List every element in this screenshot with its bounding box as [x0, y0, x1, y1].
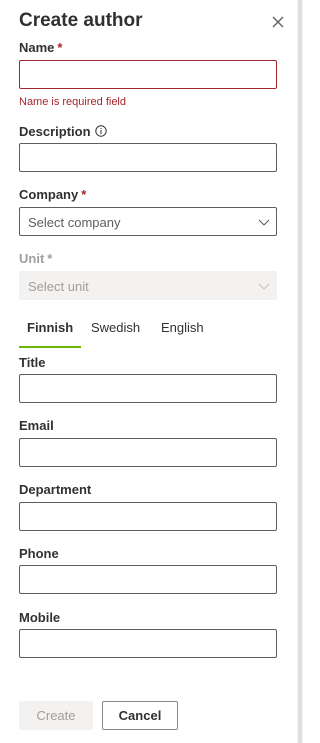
tab-swedish[interactable]: Swedish [91, 316, 140, 346]
unit-dropdown: Select unit [19, 271, 277, 300]
create-button[interactable]: Create [19, 701, 93, 730]
create-author-panel: Create author Name * Name is required fie… [0, 0, 298, 743]
company-label-text: Company [19, 187, 79, 202]
title-label: Title [19, 355, 46, 370]
mobile-input[interactable] [19, 629, 277, 658]
phone-input[interactable] [19, 565, 277, 594]
description-input[interactable] [19, 143, 277, 172]
description-label: Description [19, 124, 107, 139]
tab-english[interactable]: English [161, 316, 204, 346]
description-label-text: Description [19, 124, 91, 139]
company-placeholder: Select company [28, 215, 121, 230]
scrollbar-thumb[interactable] [298, 0, 302, 743]
title-input[interactable] [19, 374, 277, 403]
required-mark: * [47, 251, 53, 266]
name-label: Name * [19, 40, 62, 55]
email-label: Email [19, 418, 54, 433]
department-input[interactable] [19, 502, 277, 531]
name-label-text: Name [19, 40, 55, 55]
panel-title: Create author [19, 10, 143, 31]
mobile-label: Mobile [19, 610, 61, 625]
unit-label: Unit * [19, 251, 52, 266]
close-icon[interactable] [270, 14, 286, 30]
company-dropdown[interactable]: Select company [19, 207, 277, 236]
unit-label-text: Unit [19, 251, 45, 266]
chevron-down-icon [258, 283, 270, 290]
name-input[interactable] [19, 60, 277, 89]
tab-finnish[interactable]: Finnish [19, 316, 82, 348]
phone-label: Phone [19, 546, 59, 561]
required-mark: * [57, 40, 63, 55]
department-label: Department [19, 482, 92, 497]
required-mark: * [81, 187, 87, 202]
chevron-down-icon [258, 219, 270, 226]
cancel-button[interactable]: Cancel [102, 701, 178, 730]
company-label: Company * [19, 187, 86, 202]
email-input[interactable] [19, 438, 277, 467]
name-error-message: Name is required field [19, 96, 126, 108]
unit-placeholder: Select unit [28, 279, 89, 294]
info-icon[interactable] [94, 125, 107, 137]
